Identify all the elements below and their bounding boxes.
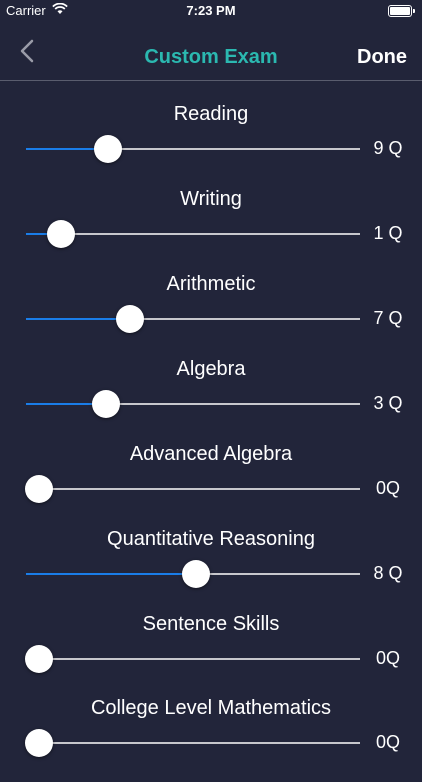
subject-label: Quantitative Reasoning xyxy=(107,528,315,550)
slider-thumb[interactable] xyxy=(92,390,121,418)
subject-label: Sentence Skills xyxy=(142,613,280,635)
question-slider[interactable] xyxy=(25,729,360,757)
question-slider[interactable] xyxy=(26,135,360,163)
subject-label: Writing xyxy=(180,188,242,210)
subject-advanced-algebra: Advanced Algebra 0Q xyxy=(0,443,422,528)
subject-algebra: Algebra 3 Q xyxy=(0,358,422,443)
subject-label: College Level Mathematics xyxy=(90,697,332,719)
slider-thumb[interactable] xyxy=(25,475,54,503)
question-count: 3 Q xyxy=(373,393,403,413)
question-slider[interactable] xyxy=(26,390,360,418)
status-time: 7:23 PM xyxy=(186,3,236,18)
slider-thumb[interactable] xyxy=(93,135,122,163)
question-slider[interactable] xyxy=(26,560,360,588)
question-count: 9 Q xyxy=(373,138,403,158)
subject-reading: Reading 9 Q xyxy=(0,103,422,188)
subject-quantitative-reasoning: Quantitative Reasoning 8 Q xyxy=(0,528,422,613)
question-slider[interactable] xyxy=(25,475,360,503)
slider-fill xyxy=(26,318,130,320)
slider-thumb[interactable] xyxy=(25,729,54,757)
slider-thumb[interactable] xyxy=(115,305,144,333)
slider-thumb[interactable] xyxy=(182,560,211,588)
question-count: 7 Q xyxy=(373,308,403,328)
done-button[interactable]: Done xyxy=(357,46,407,69)
question-count: 1 Q xyxy=(373,223,403,243)
question-count: 0Q xyxy=(375,478,400,498)
subject-college-level-mathematics: College Level Mathematics 0Q xyxy=(0,697,422,782)
status-bar: Carrier 7:23 PM xyxy=(0,0,422,22)
slider-fill xyxy=(26,573,197,575)
subject-label: Arithmetic xyxy=(166,273,256,295)
slider-thumb[interactable] xyxy=(47,220,76,248)
question-slider[interactable] xyxy=(25,645,360,673)
subject-writing: Writing 1 Q xyxy=(0,188,422,273)
question-count: 8 Q xyxy=(373,563,403,583)
subject-label: Reading xyxy=(173,103,249,125)
battery-icon xyxy=(388,5,415,17)
navigation-bar: Custom Exam Done xyxy=(0,22,422,81)
subject-sentence-skills: Sentence Skills 0Q xyxy=(0,613,422,698)
question-slider[interactable] xyxy=(26,305,360,333)
question-count: 0Q xyxy=(375,648,400,668)
subject-arithmetic: Arithmetic 7 Q xyxy=(0,273,422,358)
subject-label: Advanced Algebra xyxy=(129,443,293,465)
question-slider[interactable] xyxy=(26,220,360,248)
subject-label: Algebra xyxy=(176,358,246,380)
slider-thumb[interactable] xyxy=(25,645,54,673)
